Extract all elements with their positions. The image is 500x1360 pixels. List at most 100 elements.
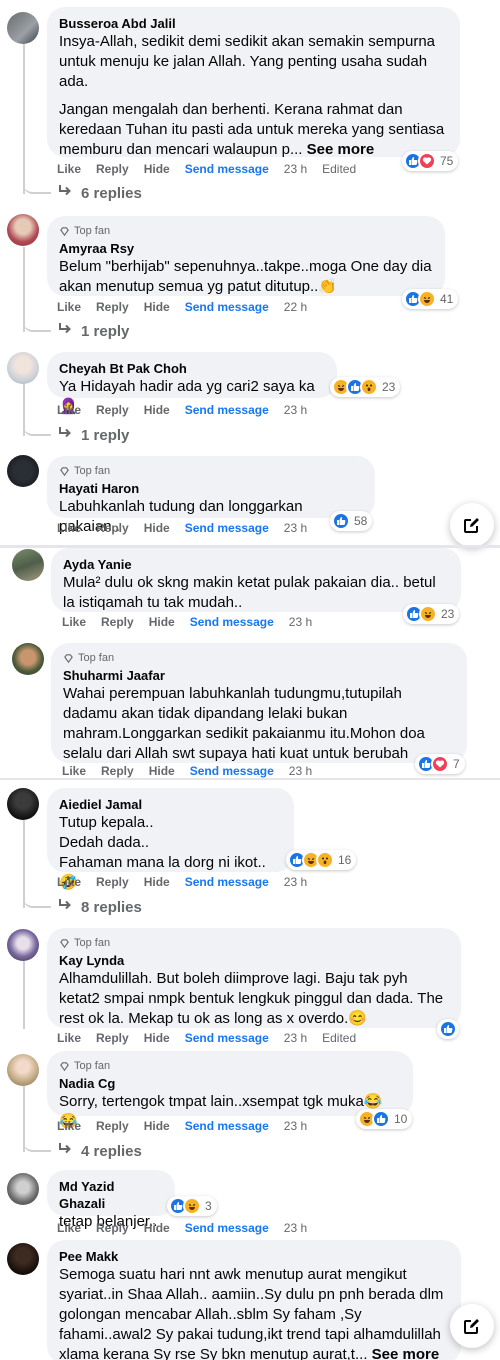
- view-replies-button[interactable]: 1 reply: [57, 426, 129, 444]
- top-fan-badge: Top fan: [59, 1059, 401, 1073]
- haha-reaction-icon: [419, 605, 437, 623]
- timestamp[interactable]: 23 h: [284, 521, 307, 535]
- timestamp[interactable]: 23 h: [284, 162, 307, 176]
- compose-button[interactable]: [450, 503, 494, 547]
- see-more-link[interactable]: See more: [307, 141, 375, 158]
- hide-button[interactable]: Hide: [149, 615, 175, 629]
- view-replies-button[interactable]: 8 replies: [57, 898, 142, 916]
- like-button[interactable]: Like: [57, 1119, 81, 1133]
- reaction-count: 16: [338, 853, 352, 867]
- timestamp[interactable]: 23 h: [289, 764, 312, 778]
- reaction-summary[interactable]: 41: [402, 289, 459, 309]
- reaction-summary[interactable]: 58: [330, 511, 373, 531]
- avatar[interactable]: [7, 214, 39, 246]
- like-button[interactable]: Like: [57, 403, 81, 417]
- reaction-summary[interactable]: 23: [330, 377, 401, 397]
- reply-button[interactable]: Reply: [96, 1119, 129, 1133]
- like-button[interactable]: Like: [57, 875, 81, 889]
- hide-button[interactable]: Hide: [144, 521, 170, 535]
- send-message-button[interactable]: Send message: [185, 162, 269, 176]
- avatar[interactable]: [7, 352, 39, 384]
- view-replies-button[interactable]: 6 replies: [57, 184, 142, 202]
- like-button[interactable]: Like: [57, 1221, 81, 1235]
- reply-button[interactable]: Reply: [96, 403, 129, 417]
- like-button[interactable]: Like: [62, 764, 86, 778]
- see-more-link[interactable]: See more: [372, 1346, 440, 1360]
- reaction-summary[interactable]: [437, 1019, 459, 1039]
- commenter-name[interactable]: Pee Makk: [59, 1248, 449, 1265]
- reply-button[interactable]: Reply: [96, 300, 129, 314]
- avatar[interactable]: [7, 455, 39, 487]
- timestamp[interactable]: 22 h: [284, 300, 307, 314]
- like-button[interactable]: Like: [57, 300, 81, 314]
- comment-actions: Like Reply Hide Send message 23 h: [62, 614, 327, 630]
- avatar[interactable]: [12, 549, 44, 581]
- avatar[interactable]: [7, 788, 39, 820]
- hide-button[interactable]: Hide: [144, 162, 170, 176]
- avatar[interactable]: [7, 1173, 39, 1205]
- diamond-icon: [60, 226, 69, 236]
- compose-button[interactable]: [450, 1304, 494, 1348]
- view-replies-button[interactable]: 1 reply: [57, 322, 129, 340]
- hide-button[interactable]: Hide: [144, 1031, 170, 1045]
- like-button[interactable]: Like: [57, 1031, 81, 1045]
- thread-line: [23, 961, 25, 1029]
- like-button[interactable]: Like: [57, 162, 81, 176]
- send-message-button[interactable]: Send message: [185, 1031, 269, 1045]
- avatar[interactable]: [7, 1243, 39, 1275]
- like-button[interactable]: Like: [57, 521, 81, 535]
- send-message-button[interactable]: Send message: [185, 1119, 269, 1133]
- view-replies-button[interactable]: 4 replies: [57, 1142, 142, 1160]
- reaction-summary[interactable]: 16: [286, 850, 357, 870]
- commenter-name[interactable]: Amyraa Rsy: [59, 240, 433, 257]
- commenter-name[interactable]: Aiediel Jamal: [59, 796, 282, 813]
- avatar[interactable]: [7, 12, 39, 44]
- reaction-summary[interactable]: 23: [403, 604, 460, 624]
- reaction-summary[interactable]: 75: [402, 151, 459, 171]
- timestamp[interactable]: 23 h: [289, 615, 312, 629]
- reply-arrow-icon: [57, 184, 73, 202]
- comment-bubble: Busseroa Abd Jalil Insya-Allah, sedikit …: [47, 7, 460, 158]
- reaction-summary[interactable]: 10: [356, 1109, 413, 1129]
- reply-button[interactable]: Reply: [96, 521, 129, 535]
- hide-button[interactable]: Hide: [144, 875, 170, 889]
- timestamp[interactable]: 23 h: [284, 875, 307, 889]
- send-message-button[interactable]: Send message: [185, 875, 269, 889]
- commenter-name[interactable]: Cheyah Bt Pak Choh: [59, 360, 325, 377]
- commenter-name[interactable]: Nadia Cg: [59, 1075, 401, 1092]
- send-message-button[interactable]: Send message: [185, 521, 269, 535]
- reply-button[interactable]: Reply: [101, 615, 134, 629]
- timestamp[interactable]: 23 h: [284, 1031, 307, 1045]
- reply-button[interactable]: Reply: [96, 875, 129, 889]
- hide-button[interactable]: Hide: [144, 1119, 170, 1133]
- send-message-button[interactable]: Send message: [185, 300, 269, 314]
- send-message-button[interactable]: Send message: [190, 764, 274, 778]
- commenter-name[interactable]: Busseroa Abd Jalil: [59, 15, 448, 32]
- top-fan-badge: Top fan: [59, 224, 433, 238]
- commenter-name[interactable]: Md Yazid Ghazali: [59, 1178, 163, 1212]
- timestamp[interactable]: 23 h: [284, 1221, 307, 1235]
- commenter-name[interactable]: Hayati Haron: [59, 480, 363, 497]
- timestamp[interactable]: 23 h: [284, 403, 307, 417]
- timestamp[interactable]: 23 h: [284, 1119, 307, 1133]
- avatar[interactable]: [12, 643, 44, 675]
- reply-button[interactable]: Reply: [96, 1031, 129, 1045]
- reaction-summary[interactable]: 7: [415, 754, 465, 774]
- avatar[interactable]: [7, 1054, 39, 1086]
- reply-button[interactable]: Reply: [96, 162, 129, 176]
- reaction-summary[interactable]: 3: [167, 1196, 217, 1216]
- avatar[interactable]: [7, 929, 39, 961]
- send-message-button[interactable]: Send message: [185, 403, 269, 417]
- send-message-button[interactable]: Send message: [185, 1221, 269, 1235]
- reply-button[interactable]: Reply: [96, 1221, 129, 1235]
- commenter-name[interactable]: Kay Lynda: [59, 952, 449, 969]
- hide-button[interactable]: Hide: [144, 403, 170, 417]
- commenter-name[interactable]: Ayda Yanie: [63, 556, 449, 573]
- reply-button[interactable]: Reply: [101, 764, 134, 778]
- hide-button[interactable]: Hide: [149, 764, 175, 778]
- hide-button[interactable]: Hide: [144, 300, 170, 314]
- hide-button[interactable]: Hide: [144, 1221, 170, 1235]
- send-message-button[interactable]: Send message: [190, 615, 274, 629]
- commenter-name[interactable]: Shuharmi Jaafar: [63, 667, 455, 684]
- like-button[interactable]: Like: [62, 615, 86, 629]
